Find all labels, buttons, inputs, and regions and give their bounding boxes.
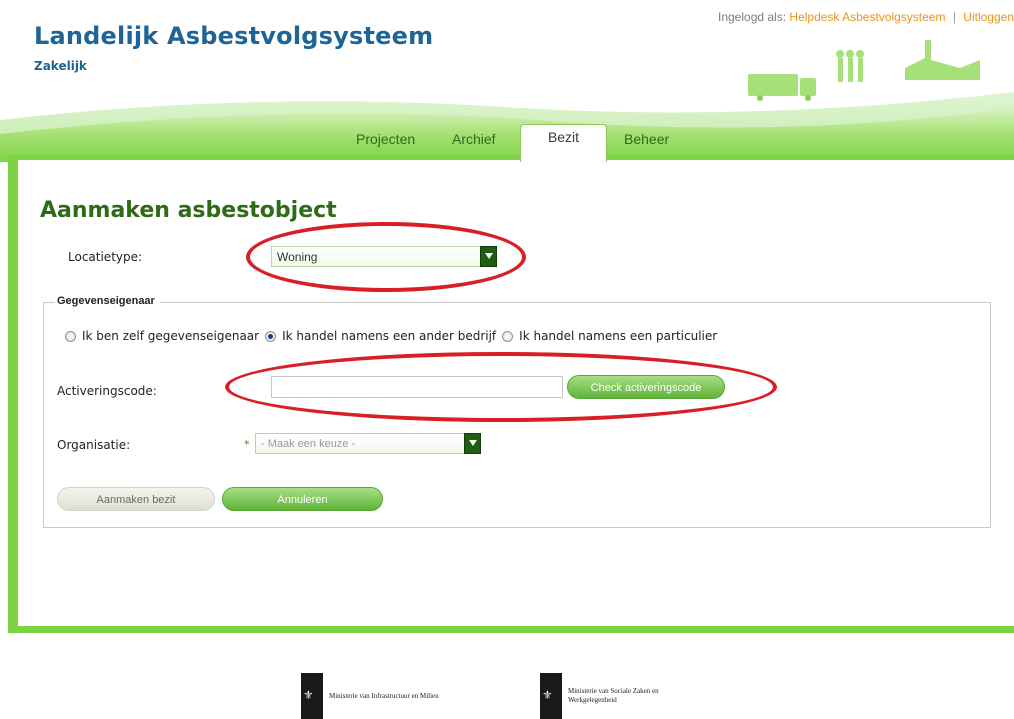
organisatie-select[interactable]: - Maak een keuze - bbox=[255, 433, 481, 454]
owner-legend: Gegevenseigenaar bbox=[55, 295, 160, 307]
truck-icon bbox=[748, 74, 816, 101]
radio-label: Ik handel namens een ander bedrijf bbox=[282, 329, 497, 343]
activeringscode-label: Activeringscode: bbox=[57, 384, 157, 398]
radio-label: Ik handel namens een particulier bbox=[519, 329, 718, 343]
coat-of-arms-icon: ⚜ bbox=[540, 673, 562, 719]
header: Landelijk Asbestvolgsysteem Zakelijk Ing… bbox=[0, 0, 1014, 162]
tab-bezit[interactable]: Bezit bbox=[520, 124, 607, 162]
annotation-circle-activeringscode bbox=[225, 352, 777, 422]
coat-of-arms-icon: ⚜ bbox=[301, 673, 323, 719]
required-mark: * bbox=[244, 438, 250, 451]
radio-button[interactable] bbox=[65, 330, 76, 342]
radio-button-checked[interactable] bbox=[265, 330, 277, 342]
app-title: Landelijk Asbestvolgsysteem bbox=[34, 22, 434, 50]
people-icon bbox=[836, 50, 864, 82]
annotation-circle-locatietype bbox=[246, 222, 526, 292]
owner-radio-group: Ik ben zelf gegevenseigenaar Ik handel n… bbox=[65, 329, 723, 343]
radio-other-company[interactable]: Ik handel namens een ander bedrijf bbox=[265, 329, 496, 343]
aanmaken-bezit-button[interactable]: Aanmaken bezit bbox=[57, 487, 215, 511]
radio-label: Ik ben zelf gegevenseigenaar bbox=[82, 329, 260, 343]
organisatie-placeholder: - Maak een keuze - bbox=[261, 438, 356, 450]
user-link[interactable]: Helpdesk Asbestvolgsysteem bbox=[789, 10, 945, 24]
factory-icon bbox=[905, 40, 980, 80]
page-title: Aanmaken asbestobject bbox=[40, 198, 337, 223]
tab-archief[interactable]: Archief bbox=[452, 127, 496, 155]
radio-button[interactable] bbox=[502, 330, 514, 342]
annuleren-button[interactable]: Annuleren bbox=[222, 487, 383, 511]
tab-projecten[interactable]: Projecten bbox=[356, 127, 415, 155]
separator: | bbox=[952, 10, 956, 24]
ministry-name: Ministerie van Infrastructuur en Milieu bbox=[329, 691, 439, 700]
app-subtitle: Zakelijk bbox=[34, 59, 87, 73]
ministry-name-line2: Werkgelegenheid bbox=[568, 696, 617, 704]
locatietype-label: Locatietype: bbox=[68, 250, 143, 264]
ministry-szw: ⚜ Ministerie van Sociale Zaken en Werkge… bbox=[540, 673, 659, 719]
login-bar: Ingelogd als: Helpdesk Asbestvolgsysteem… bbox=[718, 10, 1014, 24]
radio-private-person[interactable]: Ik handel namens een particulier bbox=[502, 329, 717, 343]
logout-link[interactable]: Uitloggen bbox=[963, 10, 1014, 24]
tab-beheer[interactable]: Beheer bbox=[624, 127, 669, 155]
radio-self-owner[interactable]: Ik ben zelf gegevenseigenaar bbox=[65, 329, 259, 343]
ministry-ienm: ⚜ Ministerie van Infrastructuur en Milie… bbox=[301, 673, 439, 719]
ministry-name: Ministerie van Sociale Zaken en Werkgele… bbox=[568, 687, 659, 705]
organisatie-label: Organisatie: bbox=[57, 438, 131, 452]
ministry-name-line1: Ministerie van Sociale Zaken en bbox=[568, 687, 659, 695]
logged-in-label: Ingelogd als: bbox=[718, 10, 787, 24]
chevron-down-icon[interactable] bbox=[464, 433, 481, 454]
